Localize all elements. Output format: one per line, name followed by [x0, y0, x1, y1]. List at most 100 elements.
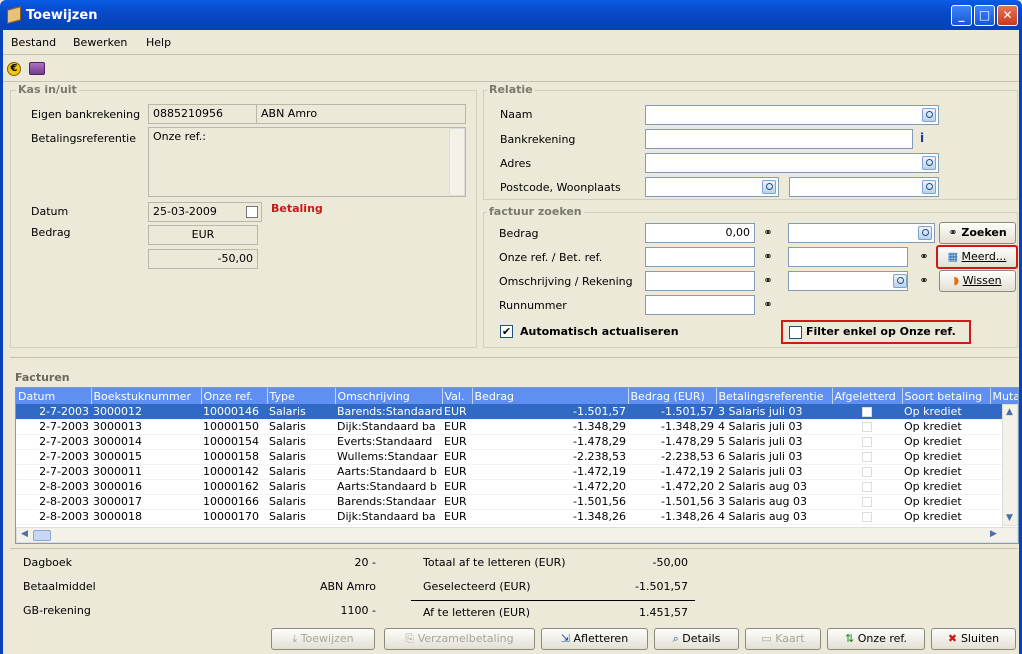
naam-input[interactable] — [645, 105, 939, 125]
menu-help[interactable]: Help — [146, 36, 171, 49]
column-header[interactable]: Val. — [442, 388, 473, 404]
scroll-left-arrow[interactable]: ◀ — [21, 529, 28, 539]
book-icon[interactable] — [29, 62, 45, 75]
column-header[interactable]: Omschrijving — [335, 388, 443, 404]
table-cell: Salaris — [267, 434, 335, 450]
close-button[interactable]: ✕ — [997, 5, 1018, 26]
omschr-binoculars-icon[interactable]: ⚭ — [759, 274, 777, 288]
zoeken-button[interactable]: ⚭ Zoeken — [939, 222, 1016, 244]
geselect-label: Geselecteerd (EUR) — [423, 580, 531, 593]
fz-bedrag-search-icon[interactable] — [918, 226, 932, 240]
bedrag-binoculars-icon[interactable]: ⚭ — [759, 226, 777, 240]
column-header[interactable]: Bedrag (EUR) — [628, 388, 717, 404]
onzeref-binoculars-icon[interactable]: ⚭ — [759, 250, 777, 264]
column-header[interactable]: Bedrag — [472, 388, 629, 404]
maximize-button[interactable]: □ — [974, 5, 995, 26]
meerd-button[interactable]: ▦ Meerd... — [936, 245, 1018, 269]
column-header[interactable]: Datum — [16, 388, 92, 404]
table-cell: -1.472,19 — [628, 464, 716, 480]
column-header[interactable]: Betalingsreferentie — [716, 388, 833, 404]
table-row[interactable]: 2-7-2003 3000012 10000146 Salaris Barends:St… — [16, 404, 1018, 420]
table-cell: 2-7-2003 — [16, 464, 91, 480]
onzeref-input[interactable] — [645, 247, 755, 267]
table-cell: Salaris — [267, 494, 335, 510]
betref-binoculars-icon[interactable]: ⚭ — [915, 250, 933, 264]
table-row[interactable]: 2-7-2003 3000014 10000154 Salaris Everts:Sta… — [16, 434, 1018, 450]
scroll-up-arrow[interactable]: ▲ — [1006, 407, 1013, 417]
table-row[interactable]: 2-8-2003 3000016 10000162 Salaris Aarts:Stan… — [16, 479, 1018, 495]
calendar-icon[interactable] — [246, 206, 258, 218]
table-cell: Barends:Standaar — [335, 494, 442, 510]
afgeletterd-checkbox[interactable] — [832, 479, 902, 495]
table-cell: 2-8-2003 — [16, 479, 91, 495]
betref-scrollbar[interactable] — [449, 128, 465, 196]
menu-bewerken[interactable]: Bewerken — [73, 36, 127, 49]
table-cell: Wullems:Standaar — [335, 449, 442, 465]
onzeref-button[interactable]: ⇅ Onze ref. — [827, 628, 925, 650]
fz-bedrag-input-2[interactable] — [788, 223, 935, 243]
afgeletterd-checkbox[interactable] — [832, 509, 902, 525]
datum-field[interactable]: 25-03-2009 — [148, 202, 262, 222]
adres-input[interactable] — [645, 153, 939, 173]
woonplaats-input[interactable] — [789, 177, 939, 197]
afgeletterd-checkbox[interactable] — [832, 434, 902, 450]
afgeletterd-checkbox[interactable] — [832, 449, 902, 465]
afgeletterd-checkbox[interactable] — [832, 494, 902, 510]
adres-search-icon[interactable] — [922, 156, 936, 170]
table-cell: Everts:Standaard — [335, 434, 442, 450]
euro-icon[interactable]: € — [7, 62, 21, 76]
column-header[interactable]: Type — [267, 388, 336, 404]
toewijzen-button[interactable]: ⤓ Toewijzen — [271, 628, 375, 650]
woonplaats-search-icon[interactable] — [922, 180, 936, 194]
filter-checkbox[interactable] — [789, 326, 802, 339]
facturen-divider — [10, 357, 1018, 358]
vertical-scrollbar[interactable]: ▲ ▼ — [1002, 404, 1018, 526]
fz-bedrag-input[interactable]: 0,00 — [645, 223, 755, 243]
naam-search-icon[interactable] — [922, 108, 936, 122]
column-header[interactable]: Afgeletterd — [832, 388, 903, 404]
rekening-binoculars-icon[interactable]: ⚭ — [915, 274, 933, 288]
column-header[interactable]: Soort betaling — [902, 388, 991, 404]
minimize-button[interactable]: _ — [951, 5, 972, 26]
rekening-search-icon[interactable] — [893, 274, 907, 288]
horizontal-scrollbar[interactable]: ◀ ▶ — [16, 527, 1018, 543]
details-button[interactable]: ⌕ Details — [654, 628, 739, 650]
table-row[interactable]: 2-8-2003 3000017 10000166 Salaris Barends:St… — [16, 494, 1018, 510]
menu-bestand[interactable]: Bestand — [11, 36, 56, 49]
sluiten-button[interactable]: ✖ Sluiten — [931, 628, 1016, 650]
column-header[interactable]: Onze ref. — [201, 388, 268, 404]
omschr-input[interactable] — [645, 271, 755, 291]
bankrekening-input[interactable] — [645, 129, 913, 149]
info-icon[interactable]: i — [920, 131, 936, 147]
scroll-down-arrow[interactable]: ▼ — [1006, 513, 1013, 523]
postcode-search-icon[interactable] — [762, 180, 776, 194]
fz-bedrag-label: Bedrag — [499, 227, 539, 240]
table-row[interactable]: 2-7-2003 3000015 10000158 Salaris Wullems:St… — [16, 449, 1018, 465]
verzamel-button[interactable]: ⎘ Verzamelbetaling — [384, 628, 535, 650]
afletteren-button[interactable]: ⇲ Afletteren — [541, 628, 648, 650]
betref-input[interactable] — [788, 247, 908, 267]
rekening-input[interactable] — [788, 271, 908, 291]
kaart-button[interactable]: ▭ Kaart — [745, 628, 821, 650]
auto-label: Automatisch actualiseren — [520, 325, 679, 338]
amount-field: -50,00 — [148, 249, 258, 269]
table-row[interactable]: 2-7-2003 3000011 10000142 Salaris Aarts:Stan… — [16, 464, 1018, 480]
postcode-input[interactable] — [645, 177, 779, 197]
table-cell: 3000016 — [91, 479, 201, 495]
afgeletterd-checkbox[interactable] — [832, 464, 902, 480]
wissen-button[interactable]: ◗ Wissen — [939, 270, 1016, 292]
table-row[interactable]: 2-8-2003 3000018 10000170 Salaris Dijk:Stand… — [16, 509, 1018, 525]
scroll-thumb[interactable] — [33, 530, 51, 541]
column-header[interactable]: Mutat — [990, 388, 1018, 404]
afgeletterd-checkbox[interactable] — [832, 404, 902, 420]
table-cell: 3000011 — [91, 464, 201, 480]
column-header[interactable]: Boekstuknummer — [91, 388, 202, 404]
auto-checkbox[interactable]: ✔ — [500, 325, 513, 338]
table-row[interactable]: 2-7-2003 3000013 10000150 Salaris Dijk:Stand… — [16, 419, 1018, 435]
scroll-right-arrow[interactable]: ▶ — [990, 529, 997, 539]
dagboek-value: 20 - — [354, 556, 376, 569]
afgeletterd-checkbox[interactable] — [832, 419, 902, 435]
run-input[interactable] — [645, 295, 755, 315]
betref-textarea[interactable]: Onze ref.: — [148, 127, 466, 197]
run-binoculars-icon[interactable]: ⚭ — [759, 298, 777, 312]
